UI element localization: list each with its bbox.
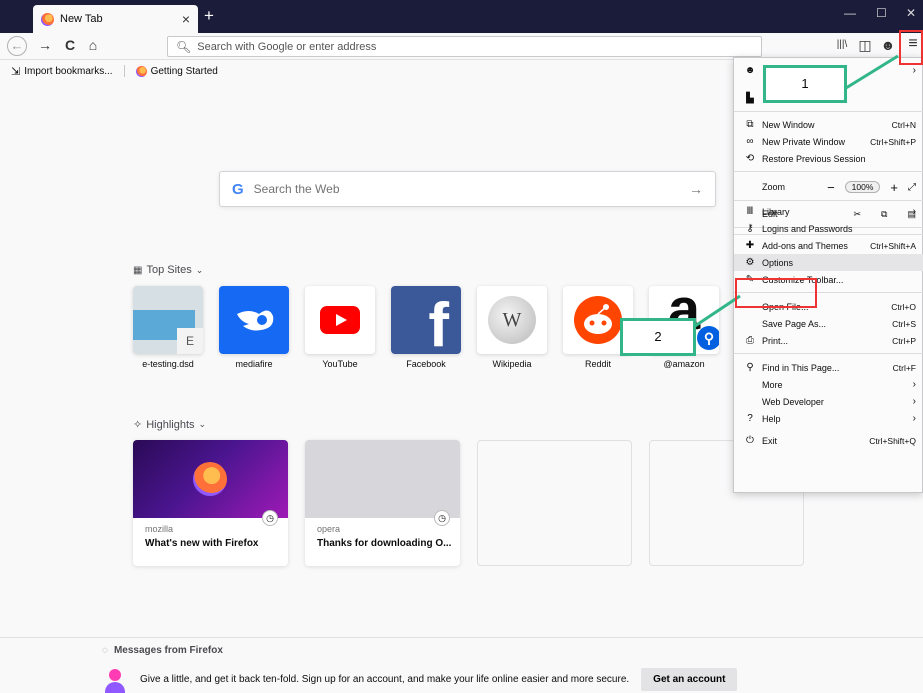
arrow-step-2 (694, 294, 741, 328)
arrow-step-1 (845, 54, 899, 90)
highlight-menu-button (899, 30, 923, 65)
step-2-callout: 2 (620, 318, 696, 356)
highlight-options-item (735, 278, 817, 308)
step-1-callout: 1 (763, 65, 847, 103)
annotation-arrows (694, 54, 899, 328)
